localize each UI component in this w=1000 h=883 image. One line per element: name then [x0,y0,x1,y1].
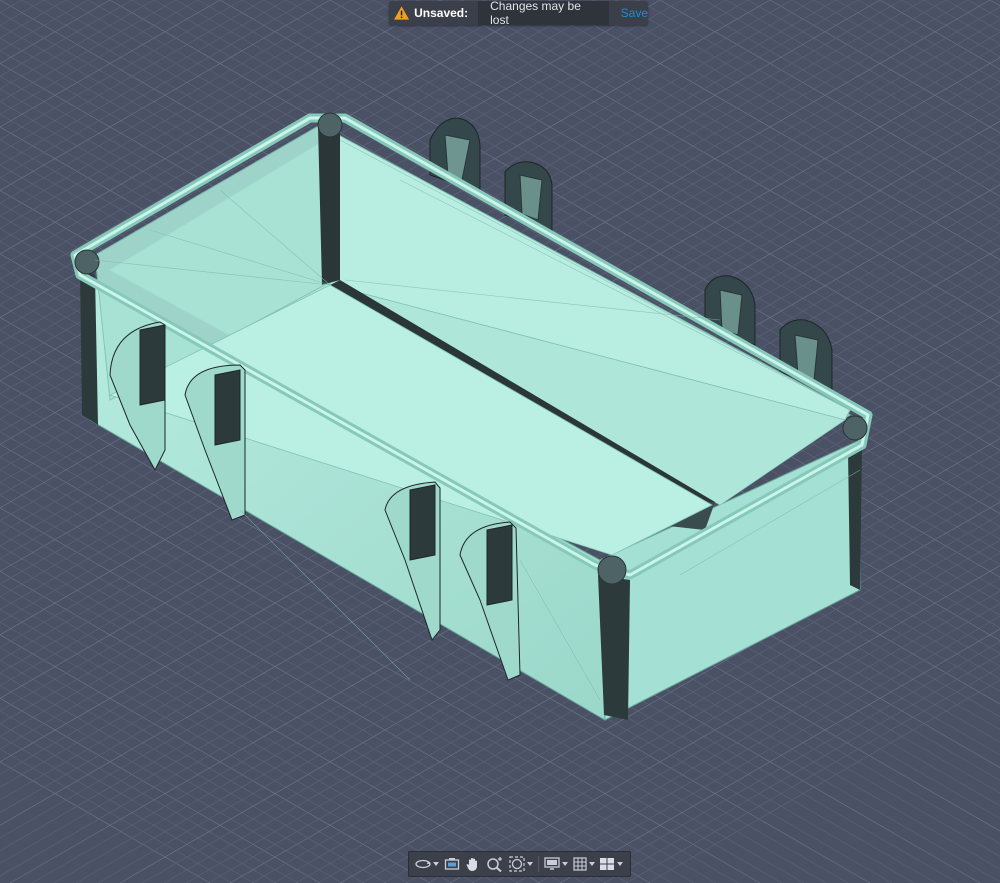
grid-snap-button[interactable] [572,857,595,871]
fit-icon [509,856,525,872]
chevron-down-icon[interactable] [526,862,533,866]
grid-snap-icon [572,857,587,871]
look-at-icon [445,858,460,870]
viewports-button[interactable] [599,857,624,871]
fit-button[interactable] [509,856,533,872]
chevron-down-icon[interactable] [617,862,624,866]
warning-icon [394,6,410,20]
display-settings-button[interactable] [544,857,568,871]
canvas-viewport[interactable] [0,0,1000,883]
display-settings-icon [544,857,560,870]
notice-message: Changes may be lost [490,0,581,27]
pan-button[interactable] [465,856,481,872]
zoom-icon [487,857,503,872]
toolbar-divider [537,856,539,872]
pan-hand-icon [466,858,478,871]
notice-title: Unsaved: [414,6,469,20]
look-at-button[interactable] [444,857,460,871]
chevron-down-icon[interactable] [433,862,440,866]
viewports-icon [600,858,615,870]
unsaved-notification: Unsaved: Changes may be lost Save [389,0,648,27]
save-link[interactable]: Save [621,6,648,20]
navigation-toolbar [408,851,631,877]
chevron-down-icon[interactable] [588,862,595,866]
chevron-down-icon[interactable] [561,862,568,866]
orbit-button[interactable] [415,857,440,871]
zoom-button[interactable] [486,856,504,872]
orbit-icon [415,859,432,869]
